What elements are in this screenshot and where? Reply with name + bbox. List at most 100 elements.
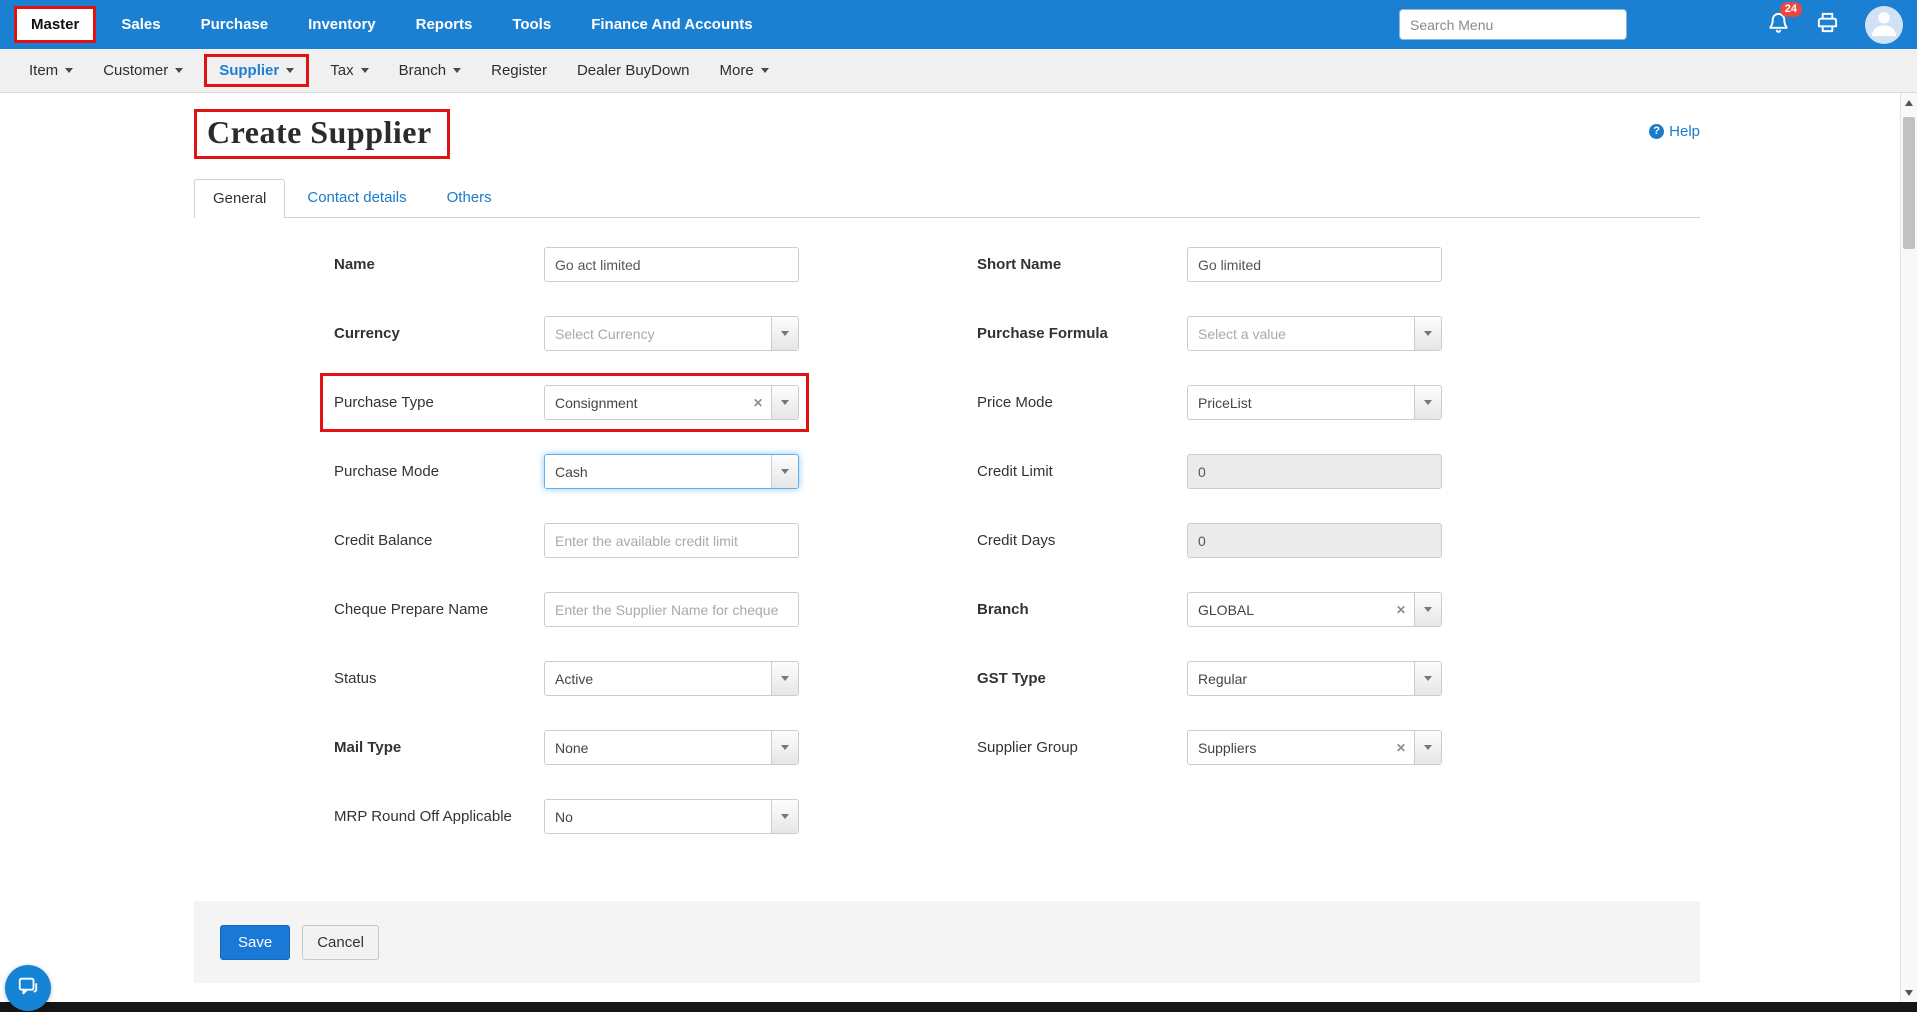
dropdown-toggle[interactable] (1414, 662, 1441, 695)
select-value: None (545, 740, 771, 756)
nav-item-sales[interactable]: Sales (106, 7, 175, 42)
branch-select[interactable]: GLOBAL ✕ (1187, 592, 1442, 627)
credit-days-input (1187, 523, 1442, 558)
scroll-up-arrow[interactable] (1901, 95, 1917, 110)
print-button[interactable] (1816, 11, 1839, 39)
subnav-item-supplier[interactable]: Supplier (204, 54, 309, 87)
subnav-item-dealer-buydown[interactable]: Dealer BuyDown (562, 54, 705, 87)
subnav-item-label: Customer (103, 62, 168, 79)
search-input[interactable] (1399, 9, 1627, 40)
field-label: Purchase Type (334, 392, 544, 413)
status-select[interactable]: Active (544, 661, 799, 696)
purchase-mode-select[interactable]: Cash (544, 454, 799, 489)
form-row-mail-type: Mail Type None (334, 713, 799, 782)
form-row-credit-limit: Credit Limit (977, 437, 1447, 506)
dropdown-toggle[interactable] (771, 317, 798, 350)
chevron-down-icon (175, 68, 183, 73)
field-label: Cheque Prepare Name (334, 599, 544, 620)
gst-type-select[interactable]: Regular (1187, 661, 1442, 696)
subnav-item-label: Supplier (219, 62, 279, 79)
field-label: Credit Days (977, 530, 1187, 551)
dropdown-toggle[interactable] (1414, 731, 1441, 764)
field-label: Credit Balance (334, 530, 544, 551)
currency-select[interactable]: Select Currency (544, 316, 799, 351)
field-label: Supplier Group (977, 737, 1187, 758)
subnav-item-item[interactable]: Item (14, 54, 88, 87)
form-row-gst-type: GST Type Regular (977, 644, 1447, 713)
price-mode-select[interactable]: PriceList (1187, 385, 1442, 420)
select-value: Suppliers (1188, 740, 1388, 756)
save-button[interactable]: Save (220, 925, 290, 960)
dropdown-toggle[interactable] (1414, 386, 1441, 419)
dropdown-toggle[interactable] (771, 731, 798, 764)
credit-balance-input[interactable] (544, 523, 799, 558)
cheque-prepare-name-input[interactable] (544, 592, 799, 627)
subnav-item-register[interactable]: Register (476, 54, 562, 87)
form-row-price-mode: Price Mode PriceList (977, 368, 1447, 437)
purchase-formula-select[interactable]: Select a value (1187, 316, 1442, 351)
chevron-down-icon (65, 68, 73, 73)
select-value: Select a value (1188, 326, 1414, 342)
dropdown-toggle[interactable] (771, 386, 798, 419)
nav-item-inventory[interactable]: Inventory (293, 7, 391, 42)
form-row-purchase-mode: Purchase Mode Cash (334, 437, 799, 506)
vertical-scrollbar[interactable] (1900, 93, 1917, 1002)
form-row-short-name: Short Name (977, 230, 1447, 299)
field-label: GST Type (977, 668, 1187, 689)
clear-icon[interactable]: ✕ (1388, 603, 1414, 617)
nav-item-finance-and-accounts[interactable]: Finance And Accounts (576, 7, 767, 42)
scrollbar-thumb[interactable] (1903, 117, 1915, 249)
scroll-down-arrow[interactable] (1901, 985, 1917, 1000)
cancel-button[interactable]: Cancel (302, 925, 379, 960)
chat-icon (17, 975, 39, 1002)
subnav-item-branch[interactable]: Branch (384, 54, 477, 87)
nav-item-tools[interactable]: Tools (497, 7, 566, 42)
top-nav-utilities: 24 (1399, 6, 1903, 44)
name-input[interactable] (544, 247, 799, 282)
help-icon: ? (1649, 124, 1664, 139)
chevron-down-icon (1424, 745, 1432, 750)
tab-contact-details[interactable]: Contact details (289, 179, 424, 218)
subnav-item-more[interactable]: More (705, 54, 784, 87)
nav-item-master[interactable]: Master (14, 6, 96, 43)
supplier-form: Name Currency Select Currency Purchase T… (194, 230, 1700, 851)
printer-icon (1816, 11, 1839, 39)
nav-item-purchase[interactable]: Purchase (186, 7, 284, 42)
nav-item-reports[interactable]: Reports (401, 7, 488, 42)
mail-type-select[interactable]: None (544, 730, 799, 765)
notifications-button[interactable]: 24 (1767, 11, 1790, 39)
help-label: Help (1669, 123, 1700, 140)
dropdown-toggle[interactable] (771, 455, 798, 488)
dropdown-toggle[interactable] (1414, 593, 1441, 626)
chevron-down-icon (1424, 607, 1432, 612)
select-value: Active (545, 671, 771, 687)
tab-general[interactable]: General (194, 179, 285, 218)
form-row-mrp-round-off: MRP Round Off Applicable No (334, 782, 799, 851)
short-name-input[interactable] (1187, 247, 1442, 282)
dropdown-toggle[interactable] (771, 800, 798, 833)
chat-widget-button[interactable] (5, 965, 51, 1011)
chevron-down-icon (781, 745, 789, 750)
avatar[interactable] (1865, 6, 1903, 44)
help-link[interactable]: ? Help (1649, 123, 1700, 140)
select-value: Consignment (545, 395, 745, 411)
subnav-item-tax[interactable]: Tax (315, 54, 383, 87)
subnav-item-customer[interactable]: Customer (88, 54, 198, 87)
tab-others[interactable]: Others (429, 179, 510, 218)
supplier-group-select[interactable]: Suppliers ✕ (1187, 730, 1442, 765)
subnav-item-label: More (720, 62, 754, 79)
page-title: Create Supplier (194, 109, 450, 159)
tab-bar: General Contact details Others (194, 179, 1700, 218)
field-label: Short Name (977, 254, 1187, 275)
form-row-currency: Currency Select Currency (334, 299, 799, 368)
purchase-type-select[interactable]: Consignment ✕ (544, 385, 799, 420)
field-label: Credit Limit (977, 461, 1187, 482)
clear-icon[interactable]: ✕ (745, 396, 771, 410)
dropdown-toggle[interactable] (1414, 317, 1441, 350)
dropdown-toggle[interactable] (771, 662, 798, 695)
select-value: Cash (545, 464, 771, 480)
mrp-round-off-select[interactable]: No (544, 799, 799, 834)
arrow-up-icon (1905, 100, 1913, 106)
chevron-down-icon (781, 469, 789, 474)
clear-icon[interactable]: ✕ (1388, 741, 1414, 755)
